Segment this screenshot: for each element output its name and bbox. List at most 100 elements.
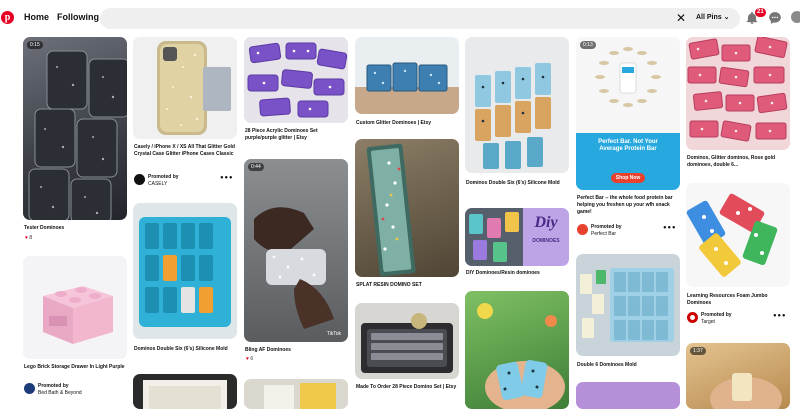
pin-title[interactable]: Casely / iPhone X / XS All That Glitter … bbox=[134, 144, 236, 158]
more-options-icon[interactable]: ••• bbox=[220, 175, 233, 182]
domino-box-image bbox=[143, 380, 227, 409]
pin-image[interactable] bbox=[355, 303, 459, 379]
pin-bling-af-dominoes[interactable]: 0:44 TikTok Bling AF Dominoes ♥ 6 bbox=[244, 159, 348, 369]
heart-icon: ♥ bbox=[246, 356, 249, 362]
pin-title[interactable]: Dominos, Glitter dominos, Rose gold domi… bbox=[687, 155, 789, 169]
pin-image[interactable]: Perfect Bar. Not Your Average Protein Ba… bbox=[576, 37, 680, 190]
pin-title[interactable]: Custom Glitter Dominoes | Etsy bbox=[356, 120, 458, 127]
advertiser-avatar bbox=[134, 174, 145, 185]
pin-image[interactable] bbox=[133, 374, 237, 409]
pin-image[interactable] bbox=[576, 254, 680, 356]
pin-learning-resources[interactable]: Learning Resources Foam Jumbo Dominoes P… bbox=[686, 183, 790, 333]
search-filter-dropdown[interactable]: All Pins ⌄ bbox=[696, 13, 730, 21]
pin-casely-iphone[interactable]: Casely / iPhone X / XS All That Glitter … bbox=[133, 37, 237, 197]
reaction-count-value: 8 bbox=[29, 235, 33, 241]
pin-title[interactable]: 28 Piece Acrylic Dominoes Set purple/pur… bbox=[245, 128, 347, 142]
pin-hand-video[interactable]: 1:37 bbox=[686, 343, 790, 409]
pin-bottom-3[interactable] bbox=[244, 379, 348, 409]
glitter-dominoes-image bbox=[28, 50, 127, 220]
rose-gold-dominoes-image bbox=[687, 37, 788, 142]
perfect-bar-ad-banner: Perfect Bar. Not Your Average Protein Ba… bbox=[576, 133, 680, 190]
advertiser-avatar bbox=[24, 383, 35, 394]
pin-image[interactable] bbox=[686, 183, 790, 287]
pin-title[interactable]: Tester Dominoes bbox=[24, 225, 126, 232]
pin-title[interactable]: DIY Dominoes/Resin dominoes bbox=[466, 270, 568, 277]
pin-title[interactable]: Perfect Bar -- the whole food protein ba… bbox=[577, 195, 679, 216]
blue-tan-dominoes-image bbox=[475, 63, 551, 169]
home-tab[interactable]: Home bbox=[24, 12, 49, 22]
pin-image[interactable] bbox=[23, 256, 127, 359]
reaction-count[interactable]: ♥ 8 bbox=[25, 235, 32, 241]
pin-lego-drawer[interactable]: Lego Brick Storage Drawer In Light Purpl… bbox=[23, 256, 127, 409]
domino-mold-image bbox=[580, 268, 674, 342]
promoted-label: Promoted by bbox=[38, 383, 69, 389]
lego-drawer-image bbox=[43, 286, 113, 344]
promoted-by-row[interactable]: Promoted by Target ••• bbox=[686, 311, 790, 325]
pin-hand-dominoes[interactable] bbox=[465, 291, 569, 409]
pin-custom-glitter[interactable]: Custom Glitter Dominoes | Etsy bbox=[355, 37, 459, 137]
pin-title[interactable]: Learning Resources Foam Jumbo Dominoes bbox=[687, 293, 789, 307]
pin-title[interactable]: Lego Brick Storage Drawer In Light Purpl… bbox=[24, 364, 126, 371]
pin-image[interactable]: Diy DOMINOES bbox=[465, 208, 569, 266]
heart-icon: ♥ bbox=[25, 235, 28, 241]
more-options-icon[interactable]: ••• bbox=[663, 225, 676, 232]
top-nav-bar: p Home Following ✕ All Pins ⌄ 21 bbox=[0, 0, 800, 37]
advertiser-name: Target bbox=[701, 319, 715, 325]
pin-image[interactable]: 0:44 TikTok bbox=[244, 159, 348, 342]
pin-acrylic-dominoes[interactable]: 28 Piece Acrylic Dominoes Set purple/pur… bbox=[244, 37, 348, 157]
pin-image[interactable] bbox=[465, 291, 569, 409]
target-logo-icon bbox=[687, 312, 698, 323]
dominoes-box-image bbox=[264, 383, 336, 409]
tiktok-watermark: TikTok bbox=[326, 331, 341, 337]
pin-double-6-mold[interactable]: Double 6 Dominoes Mold bbox=[576, 254, 680, 374]
video-duration-badge: 0:13 bbox=[580, 41, 596, 49]
pin-image[interactable] bbox=[355, 139, 459, 277]
video-duration-badge: 1:37 bbox=[690, 347, 706, 355]
pin-image[interactable] bbox=[244, 379, 348, 409]
pin-title[interactable]: SPLAT RESIN DOMINO SET bbox=[356, 282, 458, 289]
pin-image[interactable]: 0:15 bbox=[23, 37, 127, 220]
pin-image[interactable] bbox=[686, 37, 790, 150]
pin-domino-box[interactable] bbox=[133, 374, 237, 409]
glitter-dominoes-set-image bbox=[355, 62, 459, 114]
pin-image[interactable] bbox=[133, 203, 237, 339]
pin-title[interactable]: Dominos Double Six (6's) Silicone Mold bbox=[466, 180, 568, 187]
advertiser-name: CASELY bbox=[148, 181, 168, 187]
more-options-icon[interactable]: ••• bbox=[773, 313, 786, 320]
promoted-by-row[interactable]: Promoted by Bed Bath & Beyond bbox=[23, 382, 127, 396]
pin-splat-resin[interactable]: SPLAT RESIN DOMINO SET bbox=[355, 139, 459, 295]
pin-image[interactable] bbox=[133, 37, 237, 139]
pin-title[interactable]: Bling AF Dominoes bbox=[245, 347, 347, 354]
pin-double-six-mold-blue[interactable]: Dominos Double Six (6's) Silicone Mold bbox=[133, 203, 237, 363]
pin-perfect-bar-ad[interactable]: Perfect Bar. Not Your Average Protein Ba… bbox=[576, 37, 680, 247]
advertiser-name: Perfect Bar bbox=[591, 231, 617, 237]
pin-image[interactable] bbox=[576, 382, 680, 409]
pin-image[interactable]: 1:37 bbox=[686, 343, 790, 409]
pin-image[interactable] bbox=[465, 37, 569, 173]
reaction-count[interactable]: ♥ 6 bbox=[246, 356, 253, 362]
perfect-bar-product-image bbox=[595, 47, 661, 107]
user-avatar[interactable] bbox=[791, 11, 800, 23]
pin-image[interactable] bbox=[355, 37, 459, 114]
pin-diy-dominoes[interactable]: Diy DOMINOES DIY Dominoes/Resin dominoes bbox=[465, 208, 569, 282]
pin-title[interactable]: Double 6 Dominoes Mold bbox=[577, 362, 679, 369]
pin-image[interactable] bbox=[244, 37, 348, 123]
pin-bottom-6[interactable] bbox=[576, 382, 680, 409]
resin-domino-set-image bbox=[366, 143, 416, 277]
pin-tester-dominoes[interactable]: 0:15 Tester Dominoes ♥ 8 bbox=[23, 37, 127, 247]
pin-double-six-blue[interactable]: Dominos Double Six (6's) Silicone Mold bbox=[465, 37, 569, 197]
following-tab[interactable]: Following bbox=[57, 12, 99, 22]
pin-title[interactable]: Dominos Double Six (6's) Silicone Mold bbox=[134, 346, 236, 353]
promoted-by-row[interactable]: Promoted by CASELY ••• bbox=[133, 173, 237, 187]
shop-now-button[interactable]: Shop Now bbox=[611, 173, 645, 183]
messages-icon[interactable] bbox=[768, 11, 782, 25]
promoted-by-row[interactable]: Promoted by Perfect Bar ••• bbox=[576, 223, 680, 237]
search-filter-label: All Pins bbox=[696, 14, 722, 21]
pinterest-logo-icon[interactable]: p bbox=[1, 11, 14, 24]
search-input[interactable]: ✕ All Pins ⌄ bbox=[100, 8, 740, 29]
pin-rose-gold-dominoes[interactable]: Dominos, Glitter dominos, Rose gold domi… bbox=[686, 37, 790, 177]
pin-made-to-order[interactable]: Made To Order 28 Piece Domino Set | Etsy bbox=[355, 303, 459, 409]
notification-count-badge: 21 bbox=[755, 8, 766, 17]
pin-title[interactable]: Made To Order 28 Piece Domino Set | Etsy bbox=[356, 384, 458, 391]
clear-search-icon[interactable]: ✕ bbox=[674, 11, 688, 25]
